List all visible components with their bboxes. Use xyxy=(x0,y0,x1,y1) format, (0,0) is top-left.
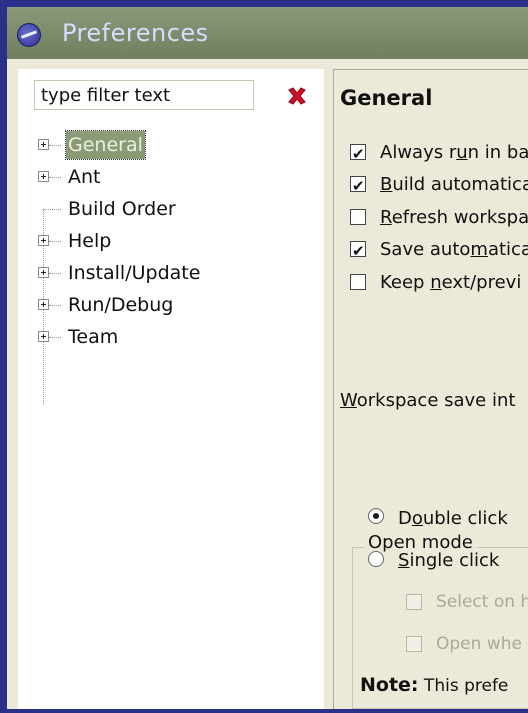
tree-connector xyxy=(49,145,61,146)
expand-icon[interactable] xyxy=(38,267,49,278)
checkbox-label: Refresh workspa xyxy=(380,207,528,228)
expand-icon[interactable] xyxy=(38,171,49,182)
tree-item-label: Ant xyxy=(68,166,101,188)
filter-input[interactable]: type filter text xyxy=(34,80,254,110)
checkbox-box[interactable] xyxy=(350,173,366,199)
expand-icon[interactable] xyxy=(38,299,49,310)
checkbox-label: Build automatica xyxy=(380,174,528,195)
tree-connector xyxy=(49,177,61,178)
tree-connector xyxy=(49,305,61,306)
tree-item-label: Team xyxy=(68,326,119,348)
expand-icon[interactable] xyxy=(38,235,49,246)
expand-icon[interactable] xyxy=(38,331,49,342)
expand-icon[interactable] xyxy=(38,139,49,150)
single-click-label[interactable]: Single click xyxy=(398,550,499,571)
open-when-label: Open whe xyxy=(436,634,522,654)
tree-item-label: Help xyxy=(68,230,112,252)
select-on-hover-label: Select on h xyxy=(436,592,528,612)
checkbox-label: Always run in ba xyxy=(380,142,528,163)
checkbox-box[interactable] xyxy=(350,141,366,167)
title-bar[interactable]: Preferences xyxy=(7,7,528,59)
checkbox-box[interactable] xyxy=(350,209,366,225)
page-title: General xyxy=(340,86,433,110)
tree-connector xyxy=(49,241,61,242)
double-click-label[interactable]: Double click xyxy=(398,508,508,529)
preference-tree: type filter text General Ant Build Order xyxy=(18,69,324,709)
general-preference-page: General Always run in ba Build automatic… xyxy=(333,69,528,710)
preferences-window: Preferences type filter text General Ant… xyxy=(7,7,528,713)
checkbox-box[interactable] xyxy=(350,274,366,290)
tree-item-label: Run/Debug xyxy=(68,294,174,316)
tree-item-label: Build Order xyxy=(68,198,176,220)
tree-item-label: Install/Update xyxy=(68,262,201,284)
tree-connector xyxy=(43,209,61,210)
clear-filter-icon[interactable] xyxy=(286,85,308,107)
tree-item-label: General xyxy=(65,130,146,160)
checkbox-label: Keep next/previ xyxy=(380,272,522,293)
eclipse-icon xyxy=(17,23,41,47)
preference-tree-panel: type filter text General Ant Build Order xyxy=(18,69,324,709)
note-text: Note: This prefe xyxy=(360,674,509,696)
window-bottom-edge xyxy=(7,709,528,713)
window-title: Preferences xyxy=(62,19,209,47)
open-when-checkbox xyxy=(406,636,422,652)
checkbox-box[interactable] xyxy=(350,238,366,264)
tree-connector xyxy=(49,273,61,274)
select-on-hover-checkbox xyxy=(406,594,422,610)
workspace-save-interval-label: Workspace save int xyxy=(340,390,516,411)
checkbox-label: Save automatica xyxy=(380,239,528,260)
double-click-radio[interactable] xyxy=(368,508,384,524)
tree-connector xyxy=(49,337,61,338)
single-click-radio[interactable] xyxy=(368,551,384,567)
